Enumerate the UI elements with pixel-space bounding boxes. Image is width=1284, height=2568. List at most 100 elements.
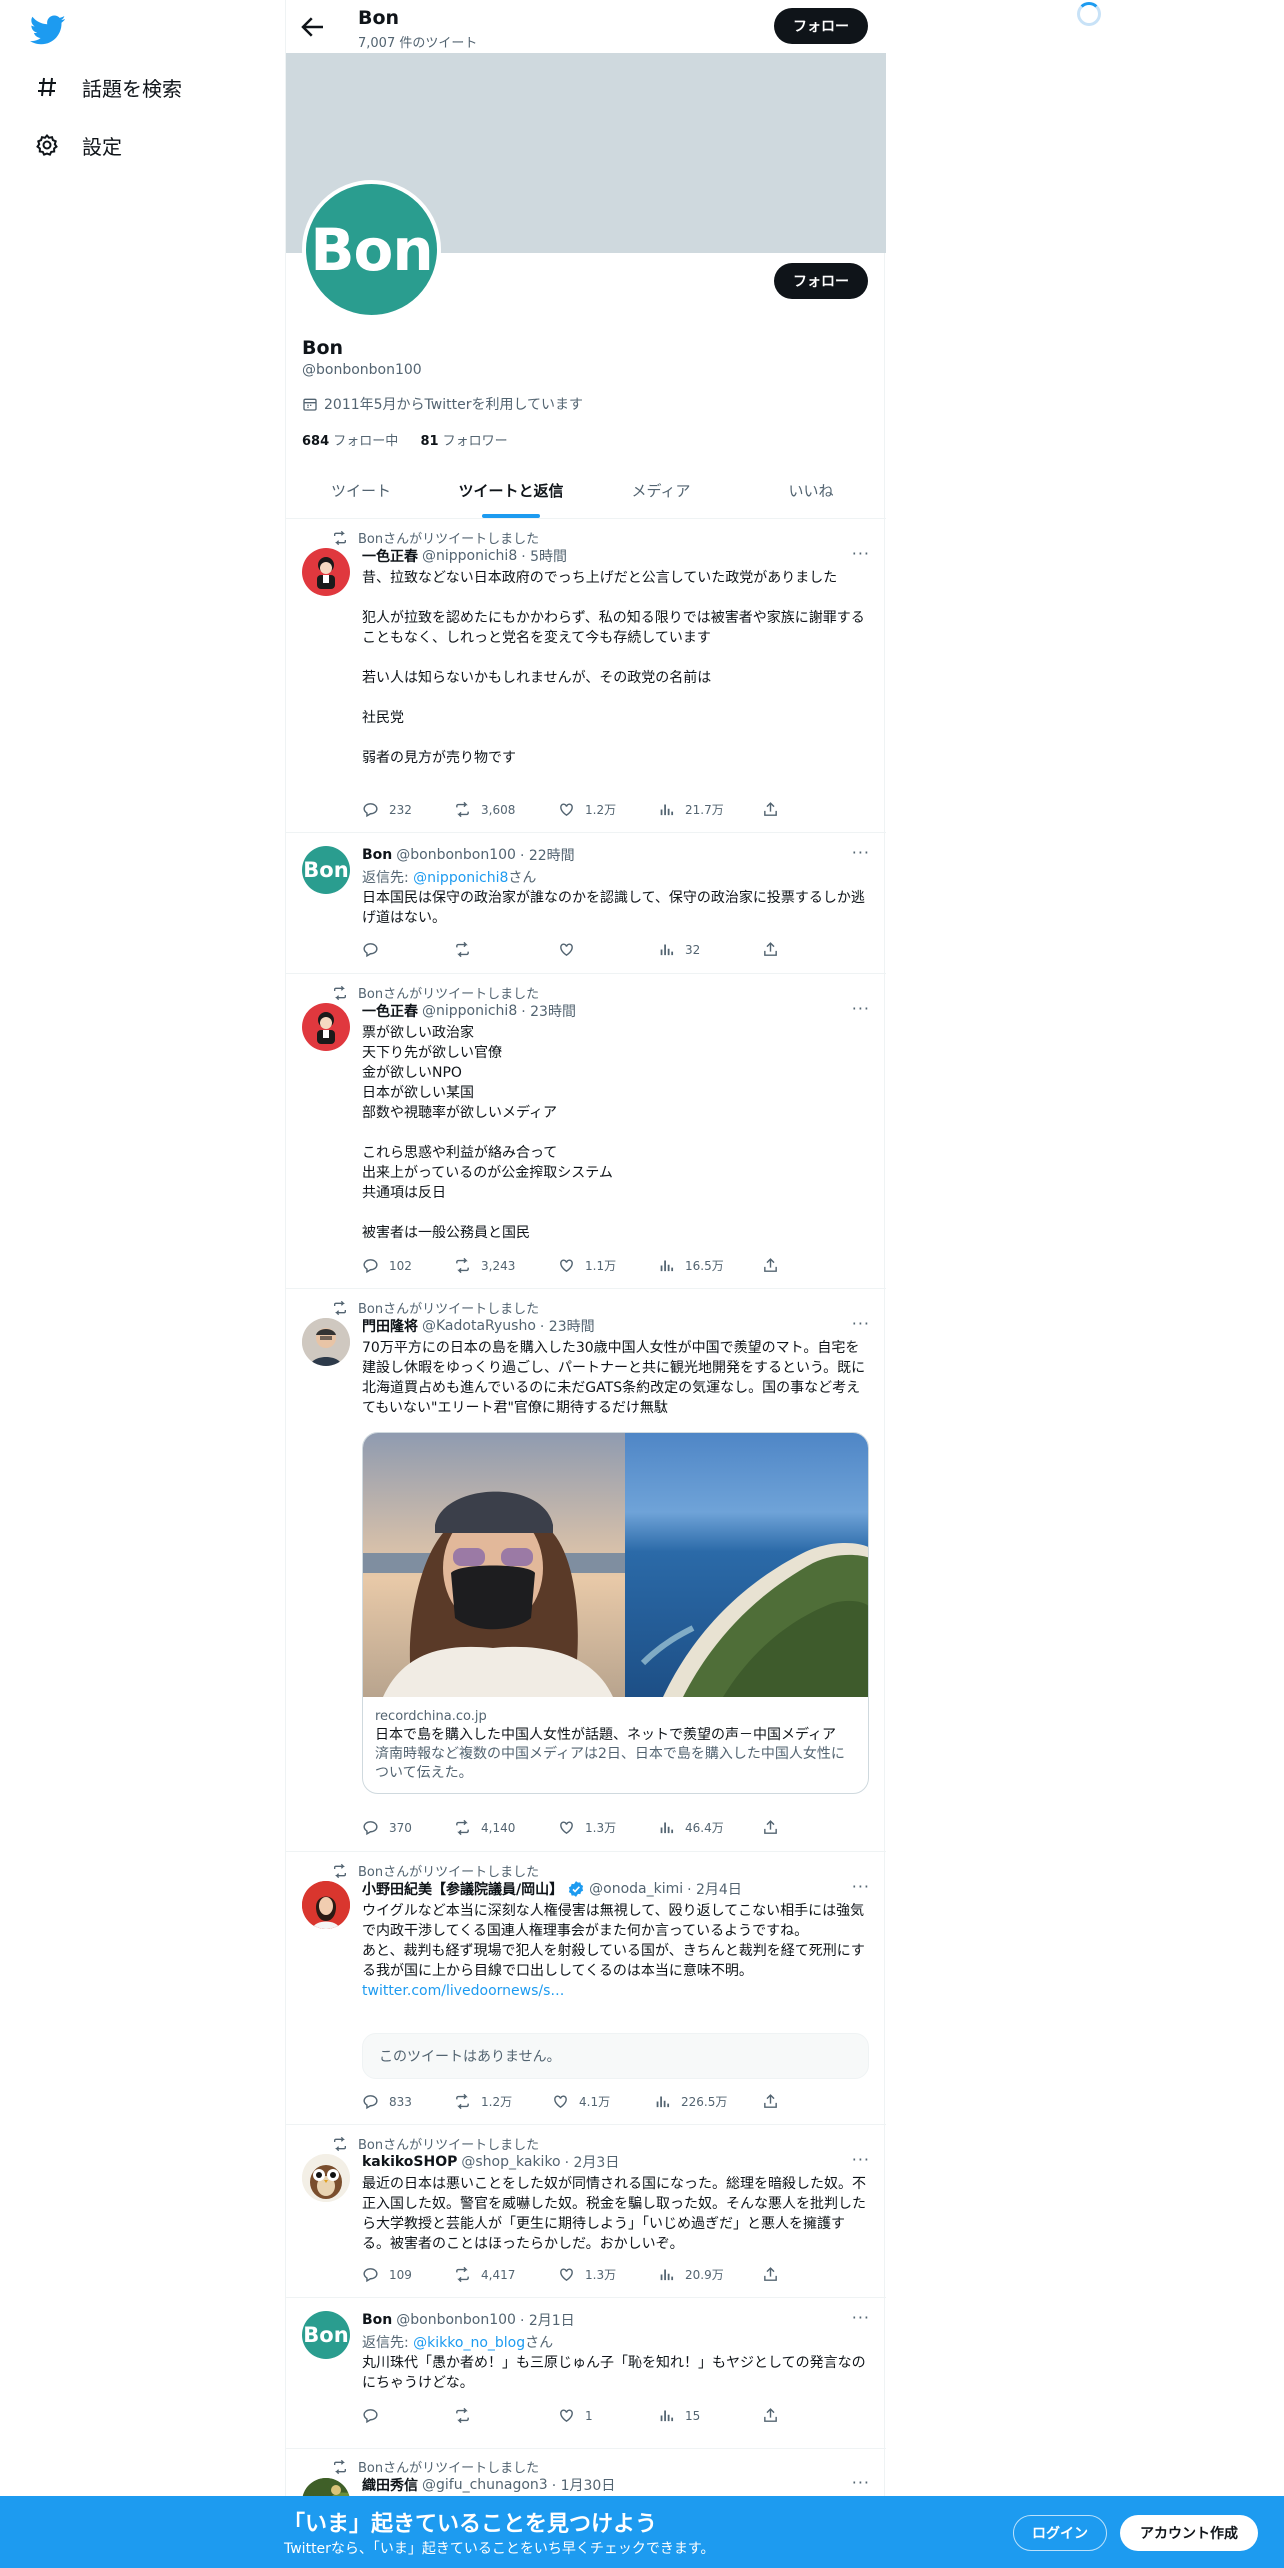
author-avatar[interactable]: Bon bbox=[302, 2311, 350, 2359]
like-button[interactable]: 1.3万 bbox=[558, 2266, 616, 2283]
author-name[interactable]: Bon bbox=[362, 2312, 392, 2328]
author-name[interactable]: Bon bbox=[362, 847, 392, 863]
retweet-button[interactable]: 3,243 bbox=[454, 1257, 515, 1274]
tweet[interactable]: Bonさんがリツイートしました 門田隆将 @KadotaRyusho · 23時… bbox=[286, 1290, 886, 1852]
share-button[interactable] bbox=[762, 2407, 789, 2424]
retweet-button[interactable]: 4,140 bbox=[454, 1819, 515, 1836]
tab-tweets[interactable]: ツイート bbox=[286, 463, 436, 518]
reply-button[interactable]: 102 bbox=[362, 1257, 412, 1274]
tweet-time[interactable]: · 2月3日 bbox=[565, 2152, 620, 2172]
author-avatar[interactable] bbox=[302, 548, 350, 596]
profile-follow-button[interactable]: フォロー bbox=[774, 263, 868, 299]
more-icon[interactable]: ··· bbox=[852, 999, 870, 1018]
author-handle[interactable]: @nipponichi8 bbox=[422, 1003, 517, 1019]
views-button[interactable]: 46.4万 bbox=[658, 1819, 724, 1836]
twitter-logo-icon[interactable] bbox=[30, 12, 66, 48]
retweet-button[interactable]: 1.2万 bbox=[454, 2093, 512, 2110]
like-button[interactable]: 4.1万 bbox=[552, 2093, 610, 2110]
more-icon[interactable]: ··· bbox=[852, 2150, 870, 2169]
share-button[interactable] bbox=[762, 1257, 789, 1274]
author-name[interactable]: 織田秀信 bbox=[362, 2475, 418, 2495]
author-handle[interactable]: @nipponichi8 bbox=[422, 548, 517, 564]
author-handle[interactable]: @gifu_chunagon3 bbox=[422, 2477, 548, 2493]
like-button[interactable]: 1.3万 bbox=[558, 1819, 616, 1836]
reply-button[interactable]: 232 bbox=[362, 801, 412, 818]
reply-button[interactable]: 833 bbox=[362, 2093, 412, 2110]
tweet-time[interactable]: · 5時間 bbox=[521, 546, 567, 566]
author-avatar[interactable] bbox=[302, 1881, 350, 1929]
reply-button[interactable]: 370 bbox=[362, 1819, 412, 1836]
reply-to-link[interactable]: @nipponichi8 bbox=[413, 870, 508, 886]
signup-button[interactable]: アカウント作成 bbox=[1120, 2515, 1258, 2551]
more-icon[interactable]: ··· bbox=[852, 1314, 870, 1333]
share-button[interactable] bbox=[762, 801, 789, 818]
tweet[interactable]: Bonさんがリツイートしました 一色正春 @nipponichi8 · 5時間 … bbox=[286, 520, 886, 833]
tweet[interactable]: Bonさんがリツイートしました kakikoSHOP @shop_kakiko … bbox=[286, 2126, 886, 2298]
retweet-button[interactable]: 4,417 bbox=[454, 2266, 515, 2283]
share-button[interactable] bbox=[762, 2093, 789, 2110]
reply-button[interactable] bbox=[362, 941, 389, 958]
following-link[interactable]: 684 フォロー中 bbox=[302, 434, 398, 449]
link-card[interactable]: recordchina.co.jp 日本で島を購入した中国人女性が話題、ネットで… bbox=[362, 1432, 869, 1794]
login-button[interactable]: ログイン bbox=[1013, 2515, 1107, 2551]
tweet-time[interactable]: · 2月1日 bbox=[520, 2310, 575, 2330]
more-icon[interactable]: ··· bbox=[852, 843, 870, 862]
author-handle[interactable]: @onoda_kimi bbox=[589, 1881, 683, 1897]
views-button[interactable]: 15 bbox=[658, 2407, 700, 2424]
more-icon[interactable]: ··· bbox=[852, 2308, 870, 2327]
author-handle[interactable]: @shop_kakiko bbox=[461, 2154, 560, 2170]
reply-button[interactable] bbox=[362, 2407, 389, 2424]
share-button[interactable] bbox=[762, 941, 789, 958]
author-name[interactable]: 一色正春 bbox=[362, 546, 418, 566]
author-avatar[interactable] bbox=[302, 1003, 350, 1051]
like-button[interactable]: 1.2万 bbox=[558, 801, 616, 818]
share-button[interactable] bbox=[762, 1819, 789, 1836]
tab-media[interactable]: メディア bbox=[586, 463, 736, 518]
author-name[interactable]: 小野田紀美【参議院議員/岡山】 bbox=[362, 1879, 563, 1899]
retweet-button[interactable] bbox=[454, 941, 481, 958]
tweet-time[interactable]: · 23時間 bbox=[540, 1316, 595, 1336]
like-button[interactable]: 1.1万 bbox=[558, 1257, 616, 1274]
profile-avatar[interactable]: Bon bbox=[302, 180, 441, 319]
more-icon[interactable]: ··· bbox=[852, 544, 870, 563]
like-button[interactable]: 1 bbox=[558, 2407, 593, 2424]
tab-tweets-and-replies[interactable]: ツイートと返信 bbox=[436, 463, 586, 518]
author-name[interactable]: kakikoSHOP bbox=[362, 2154, 457, 2170]
tweet-link[interactable]: twitter.com/livedoornews/s… bbox=[362, 1983, 564, 1999]
views-button[interactable]: 20.9万 bbox=[658, 2266, 724, 2283]
views-button[interactable]: 32 bbox=[658, 941, 700, 958]
views-button[interactable]: 16.5万 bbox=[658, 1257, 724, 1274]
reply-to-link[interactable]: @kikko_no_blog bbox=[413, 2335, 525, 2351]
more-icon[interactable]: ··· bbox=[852, 1877, 870, 1896]
retweet-button[interactable]: 3,608 bbox=[454, 801, 515, 818]
tweet-time[interactable]: · 22時間 bbox=[520, 845, 575, 865]
reply-button[interactable]: 109 bbox=[362, 2266, 412, 2283]
author-avatar[interactable] bbox=[302, 2154, 350, 2202]
views-button[interactable]: 21.7万 bbox=[658, 801, 724, 818]
author-name[interactable]: 一色正春 bbox=[362, 1001, 418, 1021]
like-button[interactable] bbox=[558, 941, 585, 958]
more-icon[interactable]: ··· bbox=[852, 2473, 870, 2492]
views-button[interactable]: 226.5万 bbox=[654, 2093, 727, 2110]
followers-link[interactable]: 81 フォロワー bbox=[420, 434, 507, 449]
tweet-time[interactable]: · 23時間 bbox=[521, 1001, 576, 1021]
tab-likes[interactable]: いいね bbox=[736, 463, 886, 518]
author-avatar[interactable] bbox=[302, 1318, 350, 1366]
author-name[interactable]: 門田隆将 bbox=[362, 1316, 418, 1336]
retweet-button[interactable] bbox=[454, 2407, 481, 2424]
back-arrow-icon[interactable] bbox=[298, 12, 328, 42]
tweet-time[interactable]: · 1月30日 bbox=[552, 2475, 616, 2495]
tweet[interactable]: Bon Bon @bonbonbon100 · 2月1日 ··· 返信先: @k… bbox=[286, 2299, 886, 2449]
topbar-follow-button[interactable]: フォロー bbox=[774, 8, 868, 44]
nav-explore[interactable]: 話題を検索 bbox=[32, 67, 182, 107]
author-handle[interactable]: @bonbonbon100 bbox=[396, 2312, 516, 2328]
author-avatar[interactable]: Bon bbox=[302, 846, 350, 894]
author-handle[interactable]: @KadotaRyusho bbox=[422, 1318, 536, 1334]
nav-settings[interactable]: 設定 bbox=[32, 125, 122, 165]
author-handle[interactable]: @bonbonbon100 bbox=[396, 847, 516, 863]
tweet[interactable]: Bonさんがリツイートしました 小野田紀美【参議院議員/岡山】 @onoda_k… bbox=[286, 1853, 886, 2125]
tweet-time[interactable]: · 2月4日 bbox=[687, 1879, 742, 1899]
tweet[interactable]: Bonさんがリツイートしました 一色正春 @nipponichi8 · 23時間… bbox=[286, 975, 886, 1289]
tweet[interactable]: Bon Bon @bonbonbon100 · 22時間 ··· 返信先: @n… bbox=[286, 834, 886, 974]
share-button[interactable] bbox=[762, 2266, 789, 2283]
